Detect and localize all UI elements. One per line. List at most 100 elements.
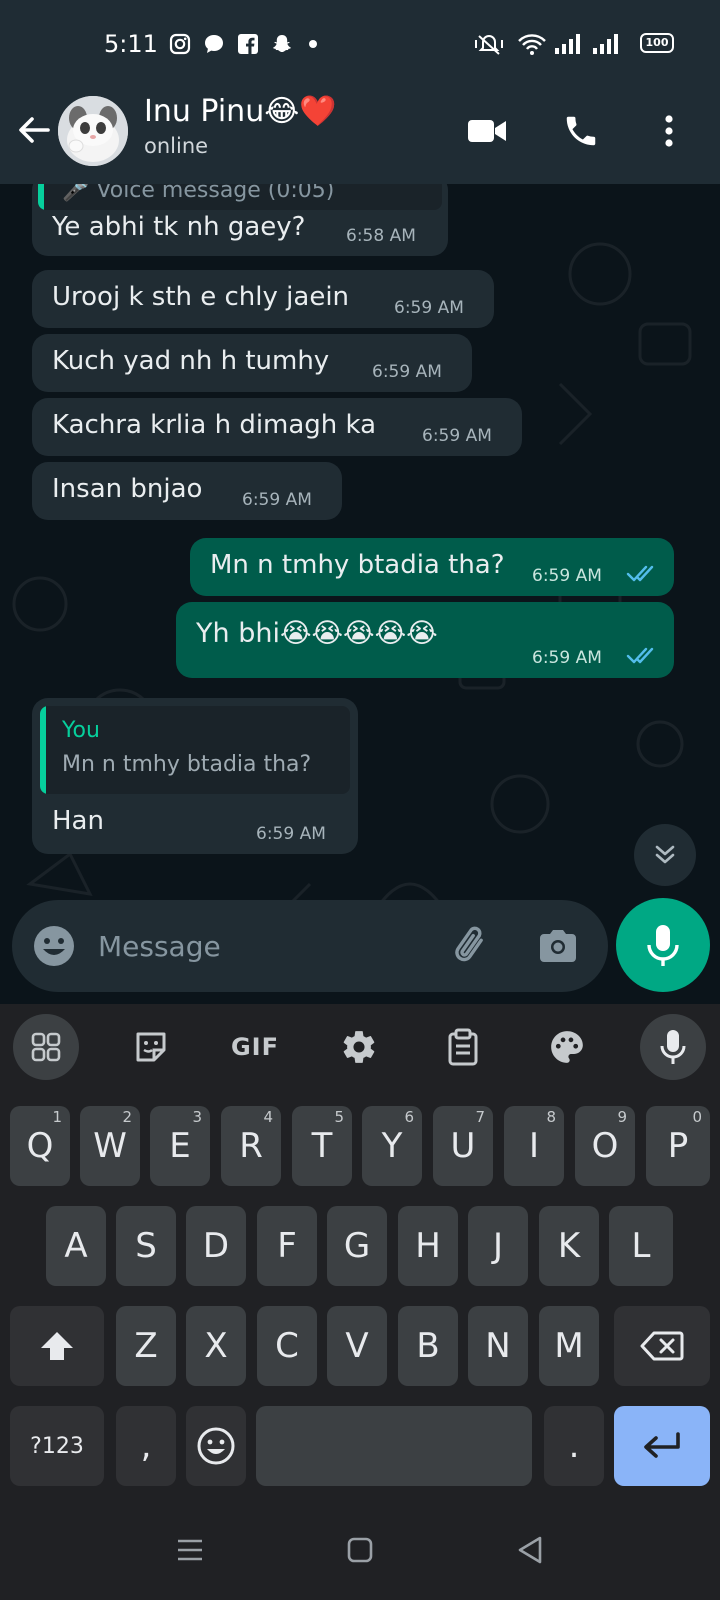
- voice-message-label: 🎤 Voice message (0:05): [62, 184, 335, 203]
- key-j[interactable]: J: [468, 1206, 528, 1286]
- sticker-icon[interactable]: [118, 1014, 184, 1080]
- read-ticks-icon: [626, 565, 654, 582]
- key-v[interactable]: V: [327, 1306, 387, 1386]
- apps-grid-icon[interactable]: [13, 1014, 79, 1080]
- read-ticks-icon: [626, 647, 654, 664]
- message-text: Ye abhi tk nh gaey?: [52, 212, 306, 242]
- space-bar[interactable]: [256, 1406, 532, 1486]
- backspace-icon: [640, 1331, 684, 1361]
- comma-key[interactable]: ,: [116, 1406, 176, 1486]
- message-bubble-incoming[interactable]: Urooj k sth e chly jaein 6:59 AM: [32, 270, 494, 328]
- key-i[interactable]: I8: [504, 1106, 564, 1186]
- key-n[interactable]: N: [468, 1306, 528, 1386]
- message-bubble-outgoing[interactable]: Mn n tmhy btadia tha? 6:59 AM: [190, 538, 674, 596]
- back-arrow-icon[interactable]: [14, 110, 54, 150]
- status-bar: 5:11 100: [0, 20, 720, 68]
- message-time: 6:59 AM: [256, 824, 326, 844]
- key-o[interactable]: O9: [575, 1106, 635, 1186]
- clipboard-icon[interactable]: [430, 1014, 496, 1080]
- message-text: Mn n tmhy btadia tha?: [210, 550, 505, 580]
- quote-text: Mn n tmhy btadia tha?: [62, 752, 312, 777]
- shift-icon: [41, 1332, 73, 1360]
- nav-back-icon[interactable]: [506, 1526, 554, 1574]
- battery-icon: 100: [640, 33, 674, 53]
- key-h[interactable]: H: [398, 1206, 458, 1286]
- key-u[interactable]: U7: [433, 1106, 493, 1186]
- voice-input-icon[interactable]: [640, 1014, 706, 1080]
- message-text: Kuch yad nh h tumhy: [52, 346, 330, 376]
- key-p[interactable]: P0: [646, 1106, 710, 1186]
- home-icon[interactable]: [336, 1526, 384, 1574]
- symbols-key[interactable]: ?123: [10, 1406, 104, 1486]
- message-bubble-incoming[interactable]: Kuch yad nh h tumhy 6:59 AM: [32, 334, 472, 392]
- key-k[interactable]: K: [539, 1206, 599, 1286]
- message-bubble-incoming[interactable]: You Mn n tmhy btadia tha? Han 6:59 AM: [32, 698, 358, 854]
- key-m[interactable]: M: [539, 1306, 599, 1386]
- key-z[interactable]: Z: [116, 1306, 176, 1386]
- key-r[interactable]: R4: [221, 1106, 281, 1186]
- key-w[interactable]: W2: [80, 1106, 140, 1186]
- settings-icon[interactable]: [326, 1014, 392, 1080]
- signal-icon: [552, 32, 584, 56]
- gif-label: GIF: [230, 1033, 280, 1061]
- attach-icon[interactable]: [448, 922, 496, 970]
- emoji-icon[interactable]: [30, 922, 78, 970]
- voice-record-button[interactable]: [616, 898, 710, 992]
- chat-area[interactable]: 🎤 Voice message (0:05) Ye abhi tk nh gae…: [0, 184, 720, 1004]
- gif-button[interactable]: GIF: [222, 1014, 288, 1080]
- quote-author: You: [62, 718, 100, 743]
- message-text: Han: [52, 806, 104, 836]
- status-time: 5:11: [104, 30, 158, 58]
- more-options-icon[interactable]: [646, 108, 692, 154]
- video-call-icon[interactable]: [464, 108, 510, 154]
- contact-status: online: [144, 134, 209, 158]
- key-f[interactable]: F: [257, 1206, 317, 1286]
- key-a[interactable]: A: [46, 1206, 106, 1286]
- dot-icon: [306, 32, 320, 56]
- scroll-to-bottom-button[interactable]: [634, 824, 696, 886]
- key-x[interactable]: X: [186, 1306, 246, 1386]
- quoted-message[interactable]: You Mn n tmhy btadia tha?: [40, 706, 350, 794]
- enter-icon: [644, 1432, 680, 1458]
- keyboard-toolbar: GIF: [0, 1004, 720, 1092]
- message-composer: [12, 900, 608, 992]
- voice-message-quote: 🎤 Voice message (0:05): [38, 184, 442, 210]
- avatar[interactable]: [58, 96, 128, 166]
- message-time: 6:59 AM: [422, 426, 492, 446]
- message-input[interactable]: [98, 924, 428, 968]
- key-g[interactable]: G: [327, 1206, 387, 1286]
- chat-header: Inu Pinu😂❤️ online: [0, 88, 720, 184]
- palette-icon[interactable]: [534, 1014, 600, 1080]
- wifi-icon: [516, 32, 548, 56]
- mic-icon: [647, 925, 679, 966]
- system-nav-bar: [0, 1500, 720, 1600]
- camera-icon[interactable]: [534, 922, 582, 970]
- voice-call-icon[interactable]: [558, 108, 604, 154]
- key-y[interactable]: Y6: [362, 1106, 422, 1186]
- recent-apps-icon[interactable]: [166, 1526, 214, 1574]
- message-bubble-incoming[interactable]: Kachra krlia h dimagh ka 6:59 AM: [32, 398, 522, 456]
- contact-name[interactable]: Inu Pinu😂❤️: [144, 94, 337, 129]
- message-bubble-incoming[interactable]: Insan bnjao 6:59 AM: [32, 462, 342, 520]
- key-t[interactable]: T5: [292, 1106, 352, 1186]
- key-s[interactable]: S: [116, 1206, 176, 1286]
- key-q[interactable]: Q1: [10, 1106, 70, 1186]
- message-time: 6:59 AM: [372, 362, 442, 382]
- backspace-key[interactable]: [614, 1306, 710, 1386]
- key-d[interactable]: D: [186, 1206, 246, 1286]
- shift-key[interactable]: [10, 1306, 104, 1386]
- message-bubble-outgoing[interactable]: Yh bhi😭😭😭😭😭 6:59 AM: [176, 602, 674, 678]
- message-time: 6:59 AM: [532, 648, 602, 668]
- key-l[interactable]: L: [609, 1206, 673, 1286]
- key-c[interactable]: C: [257, 1306, 317, 1386]
- key-e[interactable]: E3: [150, 1106, 210, 1186]
- enter-key[interactable]: [614, 1406, 710, 1486]
- signal-icon-2: [590, 32, 622, 56]
- message-text: Yh bhi😭😭😭😭😭: [196, 618, 438, 649]
- top-bar: 5:11 100 Inu Pinu😂❤️ online: [0, 0, 720, 184]
- double-chevron-down-icon: [655, 845, 675, 864]
- key-b[interactable]: B: [398, 1306, 458, 1386]
- message-bubble-incoming[interactable]: 🎤 Voice message (0:05) Ye abhi tk nh gae…: [32, 184, 448, 256]
- period-key[interactable]: .: [544, 1406, 604, 1486]
- emoji-key[interactable]: [186, 1406, 246, 1486]
